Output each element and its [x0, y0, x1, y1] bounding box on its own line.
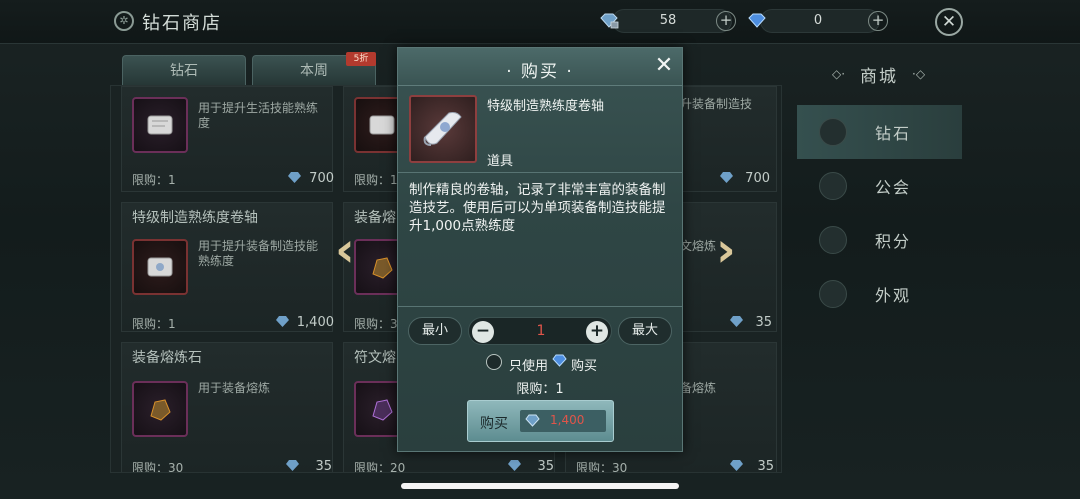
- sidebar-item-label: 积分: [875, 232, 912, 251]
- dialog-title: · 购买 ·: [506, 62, 574, 82]
- craft-scroll-icon: [132, 239, 188, 295]
- purchase-limit: 限购：30: [576, 461, 628, 473]
- card-price: 1,400: [296, 315, 334, 330]
- shop-card[interactable]: 用于提升生活技能熟练度 限购：1 700: [121, 86, 334, 192]
- max-quantity-button[interactable]: 最大: [618, 317, 672, 345]
- purchase-limit: 限购：1: [516, 382, 564, 397]
- purchase-limit: 限购：3: [354, 317, 398, 331]
- diamond-only-suffix: 购买: [571, 359, 598, 374]
- item-icon-frame: [409, 95, 477, 163]
- increase-button[interactable]: +: [586, 321, 608, 343]
- card-name: 装备熔: [354, 210, 396, 226]
- purchase-limit: 限购：30: [132, 461, 184, 473]
- ornament-left-icon: ◇·: [832, 67, 846, 81]
- bound-diamond-icon: [525, 414, 540, 427]
- diamond-icon: [748, 13, 766, 28]
- card-name: 装备熔炼石: [132, 350, 202, 366]
- shop-card[interactable]: 特级制造熟练度卷轴 用于提升装备制造技能熟练度 限购：1 1,400: [121, 202, 334, 332]
- dialog-header: · 购买 · ✕: [398, 48, 682, 86]
- buy-price: 1,400: [550, 413, 585, 427]
- guild-icon: [819, 172, 847, 200]
- buy-button-label: 购买: [480, 416, 508, 432]
- quantity-value[interactable]: 1: [509, 323, 573, 339]
- scroll-icon: [423, 112, 462, 146]
- diamond-only-label: 只使用: [509, 359, 549, 374]
- diamond-amount: 0: [813, 13, 823, 28]
- card-description: 用于提升装备制造技能熟练度: [198, 239, 319, 268]
- purchase-dialog: · 购买 · ✕ 特级制造熟练度卷轴 道具 制作精良的卷轴，记录了非常丰富的装备…: [397, 47, 683, 452]
- purchase-limit: 限购：20: [354, 461, 406, 473]
- bound-diamond-icon: [600, 13, 619, 29]
- bound-diamond-icon: [508, 460, 521, 471]
- game-screen: ✲ 钻石商店 58 + 0 + ✕ 钻石 本周 5折 用于提升生活技能熟练度 限…: [0, 0, 1080, 499]
- next-item-arrow-icon[interactable]: ›: [716, 222, 736, 278]
- decrease-button[interactable]: −: [472, 321, 494, 343]
- purchase-limit: 限购：1: [132, 317, 176, 331]
- diamond-icon: [552, 354, 567, 367]
- sidebar-item-appearance[interactable]: 外观: [797, 267, 962, 321]
- divider: [398, 172, 682, 173]
- sidebar-item-guild[interactable]: 公会: [797, 159, 962, 213]
- card-description: 升装备制造技: [680, 97, 753, 111]
- card-name: 符文熔: [354, 350, 396, 366]
- card-price: 700: [309, 171, 334, 186]
- close-icon[interactable]: ✕: [653, 55, 675, 77]
- close-shop-button[interactable]: ✕: [935, 8, 963, 36]
- ornament-right-icon: ·◇: [912, 67, 926, 81]
- page-title: 钻石商店: [142, 13, 222, 34]
- prev-item-arrow-icon[interactable]: ‹: [335, 222, 355, 278]
- purchase-limit: 限购：1: [354, 173, 398, 187]
- add-bound-diamond-button[interactable]: +: [716, 11, 736, 31]
- bound-diamond-amount: 58: [659, 13, 677, 28]
- card-price: 35: [755, 315, 772, 330]
- diamond-category-icon: [819, 118, 847, 146]
- item-type: 道具: [487, 154, 514, 169]
- shop-card[interactable]: 装备熔炼石 用于装备熔炼 限购：30 35: [121, 342, 333, 473]
- card-price: 35: [537, 459, 554, 473]
- shop-emblem-icon: ✲: [114, 11, 134, 31]
- item-name: 特级制造熟练度卷轴: [487, 99, 605, 114]
- min-quantity-button[interactable]: 最小: [408, 317, 462, 345]
- sidebar-item-label: 公会: [875, 178, 912, 197]
- sidebar-item-diamond[interactable]: 钻石: [797, 105, 962, 159]
- life-skill-scroll-icon: [132, 97, 188, 153]
- quantity-stepper: − 1 +: [468, 317, 612, 345]
- buy-button[interactable]: 购买 1,400: [467, 400, 614, 442]
- purchase-limit: 限购：1: [132, 173, 176, 187]
- smelting-stone-icon: [132, 381, 188, 437]
- points-icon: [819, 226, 847, 254]
- item-description: 制作精良的卷轴，记录了非常丰富的装备制造技艺。使用后可以为单项装备制造技能提升1…: [409, 182, 666, 234]
- sidebar-item-points[interactable]: 积分: [797, 213, 962, 267]
- card-description: 用于提升生活技能熟练度: [198, 101, 319, 130]
- card-price: 35: [315, 459, 332, 473]
- tab-diamond[interactable]: 钻石: [122, 55, 246, 85]
- home-indicator[interactable]: [401, 483, 679, 489]
- sidebar-item-label: 钻石: [875, 124, 912, 143]
- divider: [398, 306, 682, 307]
- card-description: 备熔炼: [680, 381, 717, 395]
- discount-badge: 5折: [346, 52, 376, 66]
- card-price: 700: [745, 171, 770, 186]
- add-diamond-button[interactable]: +: [868, 11, 888, 31]
- buy-price-box: 1,400: [520, 410, 606, 432]
- sidebar-item-label: 外观: [875, 286, 912, 305]
- card-name: 特级制造熟练度卷轴: [132, 210, 258, 226]
- bound-diamond-icon: [286, 460, 299, 471]
- sidebar-title: 商城: [860, 67, 898, 87]
- appearance-icon: [819, 280, 847, 308]
- card-price: 35: [757, 459, 774, 473]
- card-description: 用于装备熔炼: [198, 381, 271, 395]
- diamond-only-checkbox[interactable]: [486, 354, 502, 370]
